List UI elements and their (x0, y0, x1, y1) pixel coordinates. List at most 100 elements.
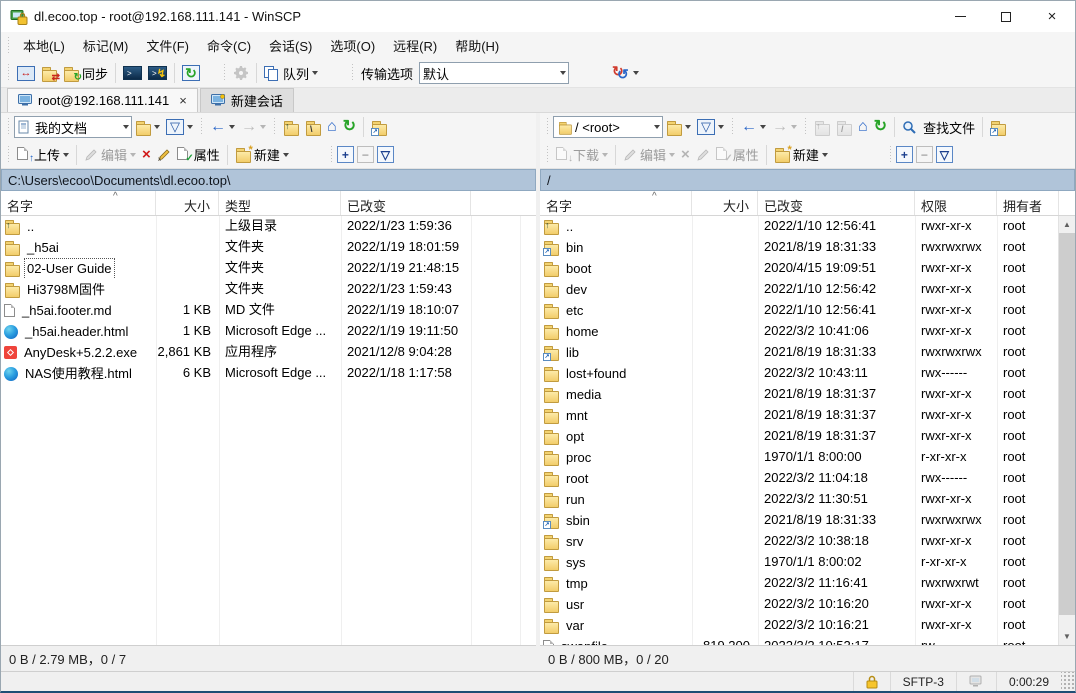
encryption-indicator[interactable] (853, 672, 890, 691)
remote-rename-button[interactable] (693, 143, 713, 167)
menu-item[interactable]: 文件(F) (137, 32, 198, 59)
file-row[interactable]: _h5ai.header.html1 KBMicrosoft Edge ...2… (1, 321, 536, 342)
tab-new-session[interactable]: 新建会话 (200, 88, 294, 112)
download-button[interactable]: ↓ 下载 (553, 143, 611, 167)
file-row[interactable]: AnyDesk+5.2.2.exe2,861 KB应用程序2021/12/8 9… (1, 342, 536, 363)
local-forward-button[interactable]: → (238, 115, 269, 139)
remote-edit-button[interactable]: 编辑 (620, 143, 678, 167)
remote-back-button[interactable]: ← (738, 115, 769, 139)
local-select-add-button[interactable]: + (337, 146, 354, 163)
transfer-mode-button[interactable]: ↻↺ (609, 61, 642, 85)
remote-open-directory-button[interactable] (663, 115, 694, 139)
scroll-down-button[interactable]: ▼ (1059, 628, 1075, 645)
local-back-button[interactable]: ← (207, 115, 238, 139)
file-row[interactable]: proc1970/1/1 8:00:00r-xr-xr-xroot (540, 447, 1075, 468)
refresh-session-button[interactable]: ↻ (179, 61, 203, 85)
column-header[interactable]: 已改变 (758, 191, 915, 215)
local-home-button[interactable]: ⌂ (324, 115, 340, 139)
toolbar-grip[interactable] (888, 146, 893, 164)
file-row[interactable]: ↑..2022/1/10 12:56:41rwxr-xr-xroot (540, 216, 1075, 237)
file-row[interactable]: lost+found2022/3/2 10:43:11rwx------root (540, 363, 1075, 384)
local-refresh-button[interactable]: ↻ (340, 115, 359, 139)
remote-delete-button[interactable]: × (678, 143, 693, 167)
menu-item[interactable]: 帮助(H) (446, 32, 508, 59)
local-path-bar[interactable]: C:\Users\ecoo\Documents\dl.ecoo.top\ (1, 169, 536, 191)
file-row[interactable]: tmp2022/3/2 11:16:41rwxrwxrwtroot (540, 573, 1075, 594)
file-row[interactable]: sys1970/1/1 8:00:02r-xr-xr-xroot (540, 552, 1075, 573)
menu-item[interactable]: 标记(M) (74, 32, 138, 59)
scroll-up-button[interactable]: ▲ (1059, 216, 1075, 233)
menu-item[interactable]: 选项(O) (321, 32, 384, 59)
remote-properties-button[interactable]: ✓ 属性 (713, 143, 762, 167)
remote-select-remove-button[interactable]: − (916, 146, 933, 163)
resize-grip[interactable] (1061, 672, 1075, 691)
file-row[interactable]: run2022/3/2 11:30:51rwxr-xr-xroot (540, 489, 1075, 510)
file-row[interactable]: opt2021/8/19 18:31:37rwxr-xr-xroot (540, 426, 1075, 447)
file-row[interactable]: root2022/3/2 11:04:18rwx------root (540, 468, 1075, 489)
local-properties-button[interactable]: ✓ 属性 (174, 143, 223, 167)
column-header[interactable]: 大小 (692, 191, 758, 215)
file-row[interactable]: NAS使用教程.html6 KBMicrosoft Edge ...2022/1… (1, 363, 536, 384)
file-row[interactable]: 02-User Guide文件夹2022/1/19 21:48:15 (1, 258, 536, 279)
file-row[interactable]: etc2022/1/10 12:56:41rwxr-xr-xroot (540, 300, 1075, 321)
file-row[interactable]: swapfile819,2002022/3/2 10:52:17rw------… (540, 636, 1075, 645)
menu-item[interactable]: 命令(C) (198, 32, 260, 59)
remote-forward-button[interactable]: → (769, 115, 800, 139)
local-select-remove-button[interactable]: − (357, 146, 374, 163)
queue-button[interactable]: 队列 (261, 61, 321, 85)
local-parent-directory-button[interactable]: ↑ (280, 115, 302, 139)
local-edit-button[interactable]: 编辑 (81, 143, 139, 167)
toolbar-grip[interactable] (545, 146, 550, 164)
toolbar-grip[interactable] (6, 64, 11, 82)
file-row[interactable]: media2021/8/19 18:31:37rwxr-xr-xroot (540, 384, 1075, 405)
local-selection-filter-button[interactable]: ▽ (377, 146, 394, 163)
remote-select-add-button[interactable]: + (896, 146, 913, 163)
remote-root-directory-button[interactable]: / (833, 115, 855, 139)
local-delete-button[interactable]: × (139, 143, 154, 167)
remote-path-bar[interactable]: / (540, 169, 1075, 191)
scrollbar-thumb[interactable] (1059, 233, 1075, 615)
local-open-directory-button[interactable] (132, 115, 163, 139)
local-follow-symlinks-button[interactable]: ↗ (368, 115, 390, 139)
preferences-button[interactable] (230, 61, 252, 85)
column-header[interactable]: 名字 (1, 191, 156, 215)
protocol-indicator[interactable]: SFTP-3 (890, 672, 956, 691)
synchronize-browsing-button[interactable]: ⇄ (38, 61, 60, 85)
remote-selection-filter-button[interactable]: ▽ (936, 146, 953, 163)
toolbar-grip[interactable] (199, 118, 204, 136)
local-root-directory-button[interactable]: \ (302, 115, 324, 139)
tab-close-icon[interactable]: × (179, 93, 187, 108)
file-row[interactable]: ↗lib2021/8/19 18:31:33rwxrwxrwxroot (540, 342, 1075, 363)
column-header[interactable]: 已改变 (341, 191, 471, 215)
file-row[interactable]: boot2020/4/15 19:09:51rwxr-xr-xroot (540, 258, 1075, 279)
file-row[interactable]: Hi3798M固件文件夹2022/1/23 1:59:43 (1, 279, 536, 300)
vertical-scrollbar[interactable]: ▲ ▼ (1058, 216, 1075, 645)
local-drive-combo[interactable]: 我的文档 (14, 116, 132, 138)
file-row[interactable]: _h5ai文件夹2022/1/19 18:01:59 (1, 237, 536, 258)
connection-indicator[interactable] (956, 672, 996, 691)
menu-item[interactable]: 本地(L) (14, 32, 74, 59)
minimize-button[interactable] (937, 1, 983, 32)
column-header[interactable]: 类型 (219, 191, 341, 215)
toolbar-grip[interactable] (6, 146, 11, 164)
local-filter-button[interactable]: ▽ (163, 115, 196, 139)
file-row[interactable]: srv2022/3/2 10:38:18rwxr-xr-xroot (540, 531, 1075, 552)
transfer-settings-combo[interactable]: 默认 (419, 62, 569, 84)
find-files-button[interactable]: 查找文件 (899, 115, 978, 139)
toolbar-grip[interactable] (730, 118, 735, 136)
upload-button[interactable]: ↑ 上传 (14, 143, 72, 167)
file-row[interactable]: home2022/3/2 10:41:06rwxr-xr-xroot (540, 321, 1075, 342)
file-row[interactable]: _h5ai.footer.md1 KBMD 文件2022/1/19 18:10:… (1, 300, 536, 321)
toolbar-grip[interactable] (222, 64, 227, 82)
menu-item[interactable]: 会话(S) (260, 32, 321, 59)
remote-drive-combo[interactable]: / <root> (553, 116, 663, 138)
toolbar-grip[interactable] (6, 118, 11, 136)
file-row[interactable]: dev2022/1/10 12:56:42rwxr-xr-xroot (540, 279, 1075, 300)
remote-filter-button[interactable]: ▽ (694, 115, 727, 139)
file-row[interactable]: var2022/3/2 10:16:21rwxr-xr-xroot (540, 615, 1075, 636)
toolbar-grip[interactable] (545, 118, 550, 136)
synchronize-button[interactable]: ↻ 同步 (60, 61, 111, 85)
remote-home-button[interactable]: ⌂ (855, 115, 871, 139)
local-new-button[interactable]: * 新建 (232, 143, 292, 167)
tab-session[interactable]: root@192.168.111.141× (7, 88, 198, 112)
